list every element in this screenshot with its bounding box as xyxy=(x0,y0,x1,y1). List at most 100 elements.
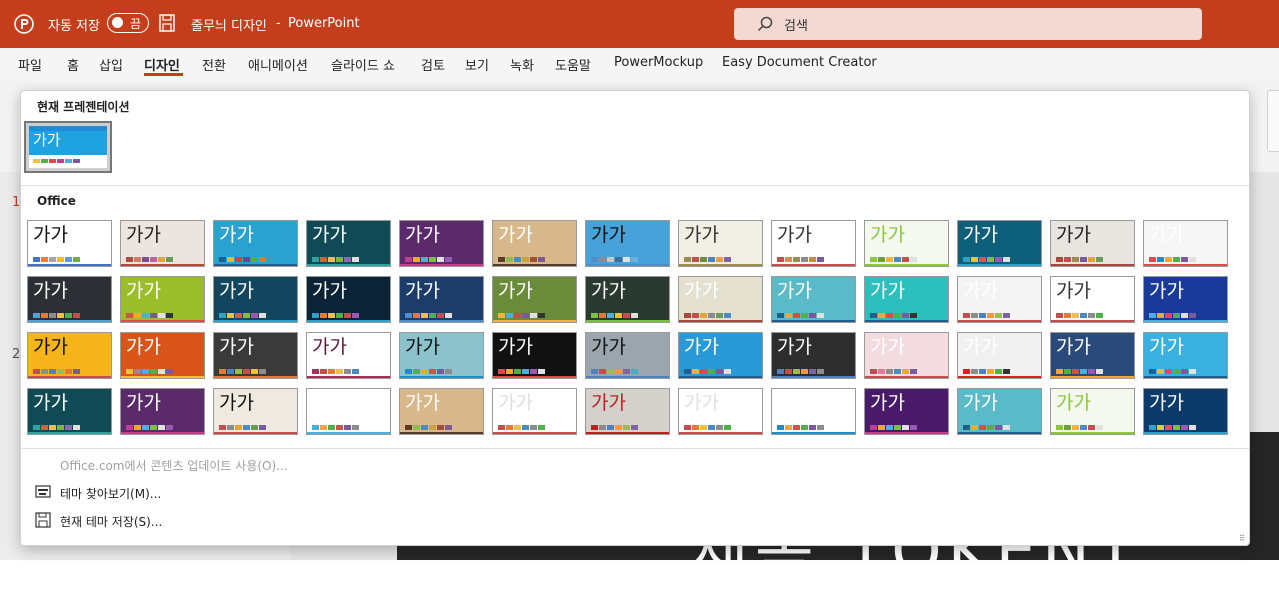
color-swatch xyxy=(320,257,327,262)
color-swatch xyxy=(243,257,250,262)
tab-insert[interactable]: 삽입 xyxy=(99,55,123,74)
theme-green-leaf-2[interactable]: 가가 xyxy=(1050,388,1135,435)
theme-ion-deep[interactable]: 가가 xyxy=(1143,388,1228,435)
theme-office-theme[interactable]: 가가 xyxy=(27,220,112,267)
tab-powermockup[interactable]: PowerMockup xyxy=(614,55,703,70)
tab-easy-document-creator[interactable]: Easy Document Creator xyxy=(722,55,877,70)
theme-ion-teal[interactable]: 가가 xyxy=(306,220,391,267)
theme-teal-gray[interactable]: 가가 xyxy=(957,388,1042,435)
theme-pink-mosaic[interactable]: 가가 xyxy=(864,332,949,379)
theme-berlin-light[interactable]: 가가 xyxy=(957,276,1042,323)
theme-lime[interactable]: 가가 xyxy=(120,276,205,323)
color-swatch xyxy=(1056,313,1063,318)
theme-purple-3[interactable]: 가가 xyxy=(864,388,949,435)
theme-ion-dark[interactable]: 가가 xyxy=(213,276,298,323)
tab-review[interactable]: 검토 xyxy=(421,55,445,74)
color-swatch xyxy=(1064,313,1071,318)
theme-wisp[interactable]: 가가 xyxy=(306,388,391,435)
tab-file[interactable]: 파일 xyxy=(18,55,42,74)
color-swatch xyxy=(65,425,72,430)
theme-mesh[interactable]: 가가 xyxy=(306,276,391,323)
theme-berlin[interactable]: 가가 xyxy=(585,388,670,435)
theme-ion-teal-2[interactable]: 가가 xyxy=(27,388,112,435)
theme-facet-light[interactable]: 가가 xyxy=(1050,220,1135,267)
search-box[interactable]: 검색 xyxy=(734,8,1202,40)
tab-animations[interactable]: 애니메이션 xyxy=(248,55,308,74)
autosave-toggle[interactable]: 끔 xyxy=(107,13,149,33)
theme-circuit-blue[interactable]: 가가 xyxy=(399,276,484,323)
tab-view[interactable]: 보기 xyxy=(465,55,489,74)
theme-purple[interactable]: 가가 xyxy=(399,220,484,267)
save-icon[interactable] xyxy=(159,14,175,32)
theme-color-swatches xyxy=(1149,425,1197,430)
theme-ion-blue[interactable]: 가가 xyxy=(213,220,298,267)
theme-charcoal[interactable]: 가가 xyxy=(771,332,856,379)
theme-red-block[interactable]: 가가 xyxy=(957,332,1042,379)
theme-color-swatches xyxy=(591,425,639,430)
theme-parcel[interactable]: 가가 xyxy=(678,276,763,323)
color-swatch xyxy=(328,313,335,318)
theme-slice[interactable]: 가가 xyxy=(771,220,856,267)
resize-grip-icon[interactable]: ⠿ xyxy=(1239,534,1245,543)
browse-themes-item[interactable]: 테마 찾아보기(M)... xyxy=(60,485,161,502)
theme-sample-text: 가가 xyxy=(219,336,254,358)
color-swatch xyxy=(328,425,335,430)
powerpoint-logo-icon[interactable] xyxy=(14,14,34,34)
theme-facet-warm[interactable]: 가가 xyxy=(120,220,205,267)
color-swatch xyxy=(1149,257,1156,262)
theme-blank-light[interactable]: 가가 xyxy=(492,388,577,435)
color-swatch xyxy=(878,313,885,318)
theme-gallery-green[interactable]: 가가 xyxy=(492,276,577,323)
theme-green-leaf[interactable]: 가가 xyxy=(864,220,949,267)
tab-help[interactable]: 도움말 xyxy=(555,55,591,74)
tab-design[interactable]: 디자인 xyxy=(144,55,180,74)
theme-dark-wave[interactable]: 가가 xyxy=(492,332,577,379)
theme-badge[interactable]: 가가 xyxy=(585,276,670,323)
theme-blue-band[interactable]: 가가 xyxy=(771,388,856,435)
theme-ion-sky[interactable]: 가가 xyxy=(678,332,763,379)
theme-steel[interactable]: 가가 xyxy=(585,332,670,379)
theme-color-swatches xyxy=(33,313,81,318)
theme-teal[interactable]: 가가 xyxy=(864,276,949,323)
theme-minimal[interactable]: 가가 xyxy=(678,388,763,435)
theme-retrospect[interactable]: 가가 xyxy=(678,220,763,267)
theme-color-swatches xyxy=(591,369,639,374)
theme-savon[interactable]: 가가 xyxy=(120,332,205,379)
save-current-theme-item[interactable]: 현재 테마 저장(S)... xyxy=(60,513,162,530)
theme-frame-pattern[interactable]: 가가 xyxy=(399,332,484,379)
theme-indigo[interactable]: 가가 xyxy=(1143,276,1228,323)
theme-quotable[interactable]: 가가 xyxy=(306,332,391,379)
theme-geometric[interactable]: 가가 xyxy=(1143,220,1228,267)
theme-orange-circle[interactable]: 가가 xyxy=(27,332,112,379)
color-swatch xyxy=(235,369,242,374)
theme-wood-type[interactable]: 가가 xyxy=(399,388,484,435)
color-swatch xyxy=(235,257,242,262)
theme-splash[interactable]: 가가 xyxy=(1050,332,1135,379)
theme-dark-slate[interactable]: 가가 xyxy=(27,276,112,323)
color-swatch xyxy=(809,313,816,318)
theme-color-swatches xyxy=(126,369,174,374)
theme-teal-mist[interactable]: 가가 xyxy=(771,276,856,323)
theme-purple-2[interactable]: 가가 xyxy=(120,388,205,435)
theme-color-swatches xyxy=(405,425,453,430)
theme-sample-text: 가가 xyxy=(777,392,812,414)
theme-color-swatches xyxy=(1149,369,1197,374)
theme-wood-gallery[interactable]: 가가 xyxy=(492,220,577,267)
current-theme-thumbnail[interactable]: 가가 xyxy=(24,121,112,173)
tab-home[interactable]: 홈 xyxy=(67,55,79,74)
theme-pattern-blue[interactable]: 가가 xyxy=(585,220,670,267)
theme-frame[interactable]: 가가 xyxy=(213,388,298,435)
ribbon-side-card[interactable] xyxy=(1267,90,1279,152)
theme-dark-gray[interactable]: 가가 xyxy=(213,332,298,379)
color-swatch xyxy=(1056,425,1063,430)
tab-slideshow[interactable]: 슬라이드 쇼 xyxy=(331,55,395,74)
tab-record[interactable]: 녹화 xyxy=(510,55,534,74)
theme-view[interactable]: 가가 xyxy=(1050,276,1135,323)
color-swatch xyxy=(995,257,1002,262)
color-swatch xyxy=(902,313,909,318)
theme-color-swatches xyxy=(591,313,639,318)
theme-ion-light[interactable]: 가가 xyxy=(1143,332,1228,379)
theme-circuit[interactable]: 가가 xyxy=(957,220,1042,267)
tab-transitions[interactable]: 전환 xyxy=(202,55,226,74)
theme-accent-band xyxy=(307,264,390,266)
